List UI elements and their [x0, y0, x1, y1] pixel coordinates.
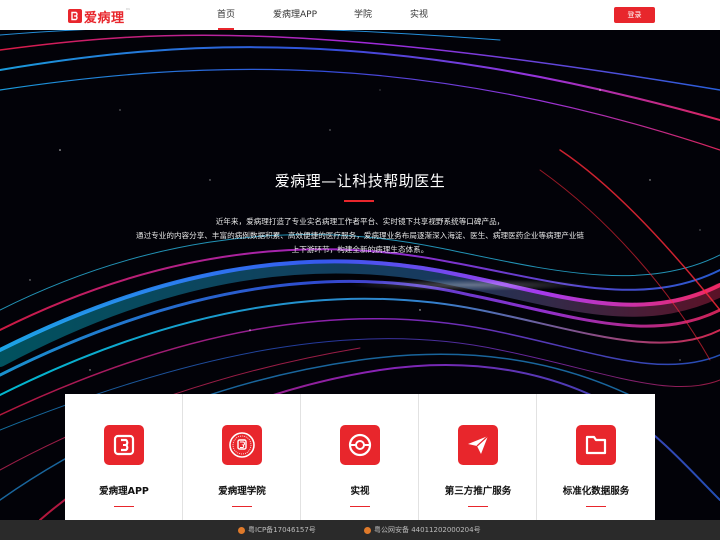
logo-text: 爱病理	[84, 10, 125, 26]
hero-description-line: 通过专业的内容分享、丰富的病例数据积累、高效便捷的医疗服务，爱病理业务布局逐渐深…	[135, 231, 585, 240]
nav-item-home[interactable]: 首页	[217, 0, 235, 30]
card-app[interactable]: 爱病理APP	[65, 394, 183, 520]
folder-icon	[576, 425, 616, 465]
card-underline	[232, 506, 252, 507]
hero-description-line: 近年来，爱病理打造了专业实名病理工作者平台、实时镜下共享视野系统等口碑产品，	[215, 217, 505, 226]
hero-title-underline	[344, 200, 374, 202]
nav-item-app[interactable]: 爱病理APP	[273, 0, 317, 30]
hero-description-line: 上下游环节，构建全新的病理生态体系。	[291, 245, 429, 254]
top-header: 爱病理 ™ 首页 爱病理APP 学院 实视 登录	[0, 0, 720, 30]
card-underline	[586, 506, 606, 507]
card-academy[interactable]: 爱病理学院	[183, 394, 301, 520]
record-badge-icon	[238, 526, 245, 534]
card-live-view[interactable]: 实视	[301, 394, 419, 520]
card-underline	[350, 506, 370, 507]
footer-bar: 粤ICP备17046157号 粤公网安备 44011202000204号	[0, 520, 720, 540]
academy-seal-icon	[222, 425, 262, 465]
logo-trademark: ™	[125, 8, 131, 14]
live-view-icon	[340, 425, 380, 465]
logo-mark-icon	[68, 9, 82, 23]
card-underline	[114, 506, 134, 507]
card-data-service[interactable]: 标准化数据服务	[537, 394, 655, 520]
brand-logo[interactable]: 爱病理 ™	[68, 8, 131, 26]
card-label: 实视	[350, 486, 370, 497]
card-label: 标准化数据服务	[562, 486, 630, 497]
police-record-text: 粤公网安备 44011202000204号	[374, 526, 481, 534]
icp-record-link[interactable]: 粤ICP备17046157号	[238, 520, 316, 540]
police-record-link[interactable]: 粤公网安备 44011202000204号	[364, 520, 481, 540]
hero-description: 近年来，爱病理打造了专业实名病理工作者平台、实时镜下共享视野系统等口碑产品， 通…	[110, 215, 610, 257]
paper-plane-icon	[458, 425, 498, 465]
app-logo-icon	[104, 425, 144, 465]
service-cards: 爱病理APP 爱病理学院 实视 第三方推广服务 标准化数据服务	[65, 394, 655, 520]
card-promotion[interactable]: 第三方推广服务	[419, 394, 537, 520]
login-button[interactable]: 登录	[614, 7, 655, 23]
hero-title: 爱病理—让科技帮助医生	[274, 172, 446, 190]
nav-item-academy[interactable]: 学院	[354, 0, 372, 30]
nav-item-live-view[interactable]: 实视	[410, 0, 428, 30]
card-label: 第三方推广服务	[444, 486, 512, 497]
police-badge-icon	[364, 526, 371, 534]
card-label: 爱病理APP	[99, 486, 149, 497]
card-underline	[468, 506, 488, 507]
card-label: 爱病理学院	[218, 486, 266, 497]
icp-record-text: 粤ICP备17046157号	[248, 526, 316, 534]
